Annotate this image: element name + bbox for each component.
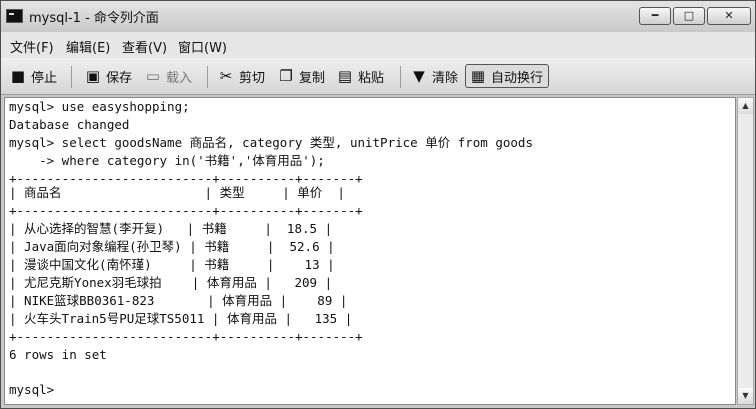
console-line: Database changed (9, 117, 130, 132)
toolbar-separator (71, 66, 72, 88)
stop-label: 停止 (31, 70, 58, 86)
cut-label: 剪切 (239, 70, 266, 86)
minimize-button[interactable]: ━ (639, 7, 671, 25)
menu-view[interactable]: 查看(V) (122, 37, 167, 56)
save-icon: ▣ (85, 67, 101, 85)
save-label: 保存 (106, 70, 133, 86)
cut-button[interactable]: ✂ 剪切 (214, 64, 269, 88)
menu-window[interactable]: 窗口(W) (178, 37, 227, 56)
folder-icon: ▭ (145, 67, 161, 85)
save-button[interactable]: ▣ 保存 (81, 64, 136, 88)
word-wrap-icon: ▦ (470, 67, 486, 85)
maximize-button[interactable]: □ (673, 7, 705, 25)
stop-button[interactable]: ■ 停止 (6, 64, 61, 88)
paste-button[interactable]: ▤ 粘贴 (333, 64, 388, 88)
menu-bar: 文件(F) 编辑(E) 查看(V) 窗口(W) (1, 32, 755, 58)
copy-icon: ❐ (279, 67, 293, 85)
copy-label: 复制 (299, 70, 326, 86)
scissors-icon: ✂ (219, 67, 233, 85)
title-bar[interactable]: mysql-1 - 命令列介面 ━ □ ✕ (1, 1, 755, 32)
menu-edit[interactable]: 编辑(E) (66, 37, 110, 56)
clipboard-icon: ▤ (337, 67, 353, 85)
toolbar: ■ 停止 ▣ 保存 ▭ 载入 ✂ 剪切 ❐ 复制 ▤ 粘贴 ▼ 清除 ▦ 自动换… (1, 58, 755, 95)
terminal-icon (6, 9, 23, 23)
console-line: | 尤尼克斯Yonex羽毛球拍 | 体育用品 | 209 | (9, 275, 333, 290)
word-wrap-label: 自动换行 (491, 70, 544, 86)
console-window: mysql-1 - 命令列介面 ━ □ ✕ 文件(F) 编辑(E) 查看(V) … (0, 0, 756, 409)
console-line: | 商品名 | 类型 | 单价 | (9, 185, 345, 200)
scroll-down-icon[interactable]: ▼ (738, 388, 753, 404)
close-button[interactable]: ✕ (707, 7, 751, 25)
load-label: 载入 (166, 70, 193, 86)
console-line: +--------------------------+----------+-… (9, 329, 363, 344)
stop-icon: ■ (10, 67, 26, 85)
window-title: mysql-1 - 命令列介面 (29, 11, 159, 26)
scroll-up-icon[interactable]: ▲ (738, 98, 753, 114)
paste-label: 粘贴 (358, 70, 385, 86)
console-line: 6 rows in set (9, 347, 107, 362)
toolbar-separator (207, 66, 208, 88)
console-line: | 漫谈中国文化(南怀瑾) | 书籍 | 13 | (9, 257, 335, 272)
console-line: | Java面向对象编程(孙卫琴) | 书籍 | 52.6 | (9, 239, 335, 254)
console-line: | NIKE篮球BB0361-823 | 体育用品 | 89 | (9, 293, 348, 308)
console-output[interactable]: mysql> use easyshopping; Database change… (4, 97, 736, 405)
console-line: | 火车头Train5号PU足球TS5011 | 体育用品 | 135 | (9, 311, 353, 326)
vertical-scrollbar[interactable]: ▲ ▼ (737, 97, 754, 405)
console-line: mysql> use easyshopping; (9, 99, 190, 114)
clear-button[interactable]: ▼ 清除 (407, 64, 462, 88)
copy-button[interactable]: ❐ 复制 (274, 64, 329, 88)
clear-label: 清除 (432, 70, 459, 86)
console-line: -> where category in('书籍','体育用品'); (9, 153, 325, 168)
console-line: mysql> select goodsName 商品名, category 类型… (9, 135, 533, 150)
word-wrap-button[interactable]: ▦ 自动换行 (465, 64, 549, 88)
trash-icon: ▼ (413, 67, 425, 85)
console-prompt[interactable]: mysql> (9, 381, 54, 399)
load-button[interactable]: ▭ 载入 (141, 64, 196, 88)
toolbar-separator (400, 66, 401, 88)
console-line: +--------------------------+----------+-… (9, 203, 363, 218)
console-line: | 从心选择的智慧(李开复) | 书籍 | 18.5 | (9, 221, 333, 236)
menu-file[interactable]: 文件(F) (10, 37, 54, 56)
